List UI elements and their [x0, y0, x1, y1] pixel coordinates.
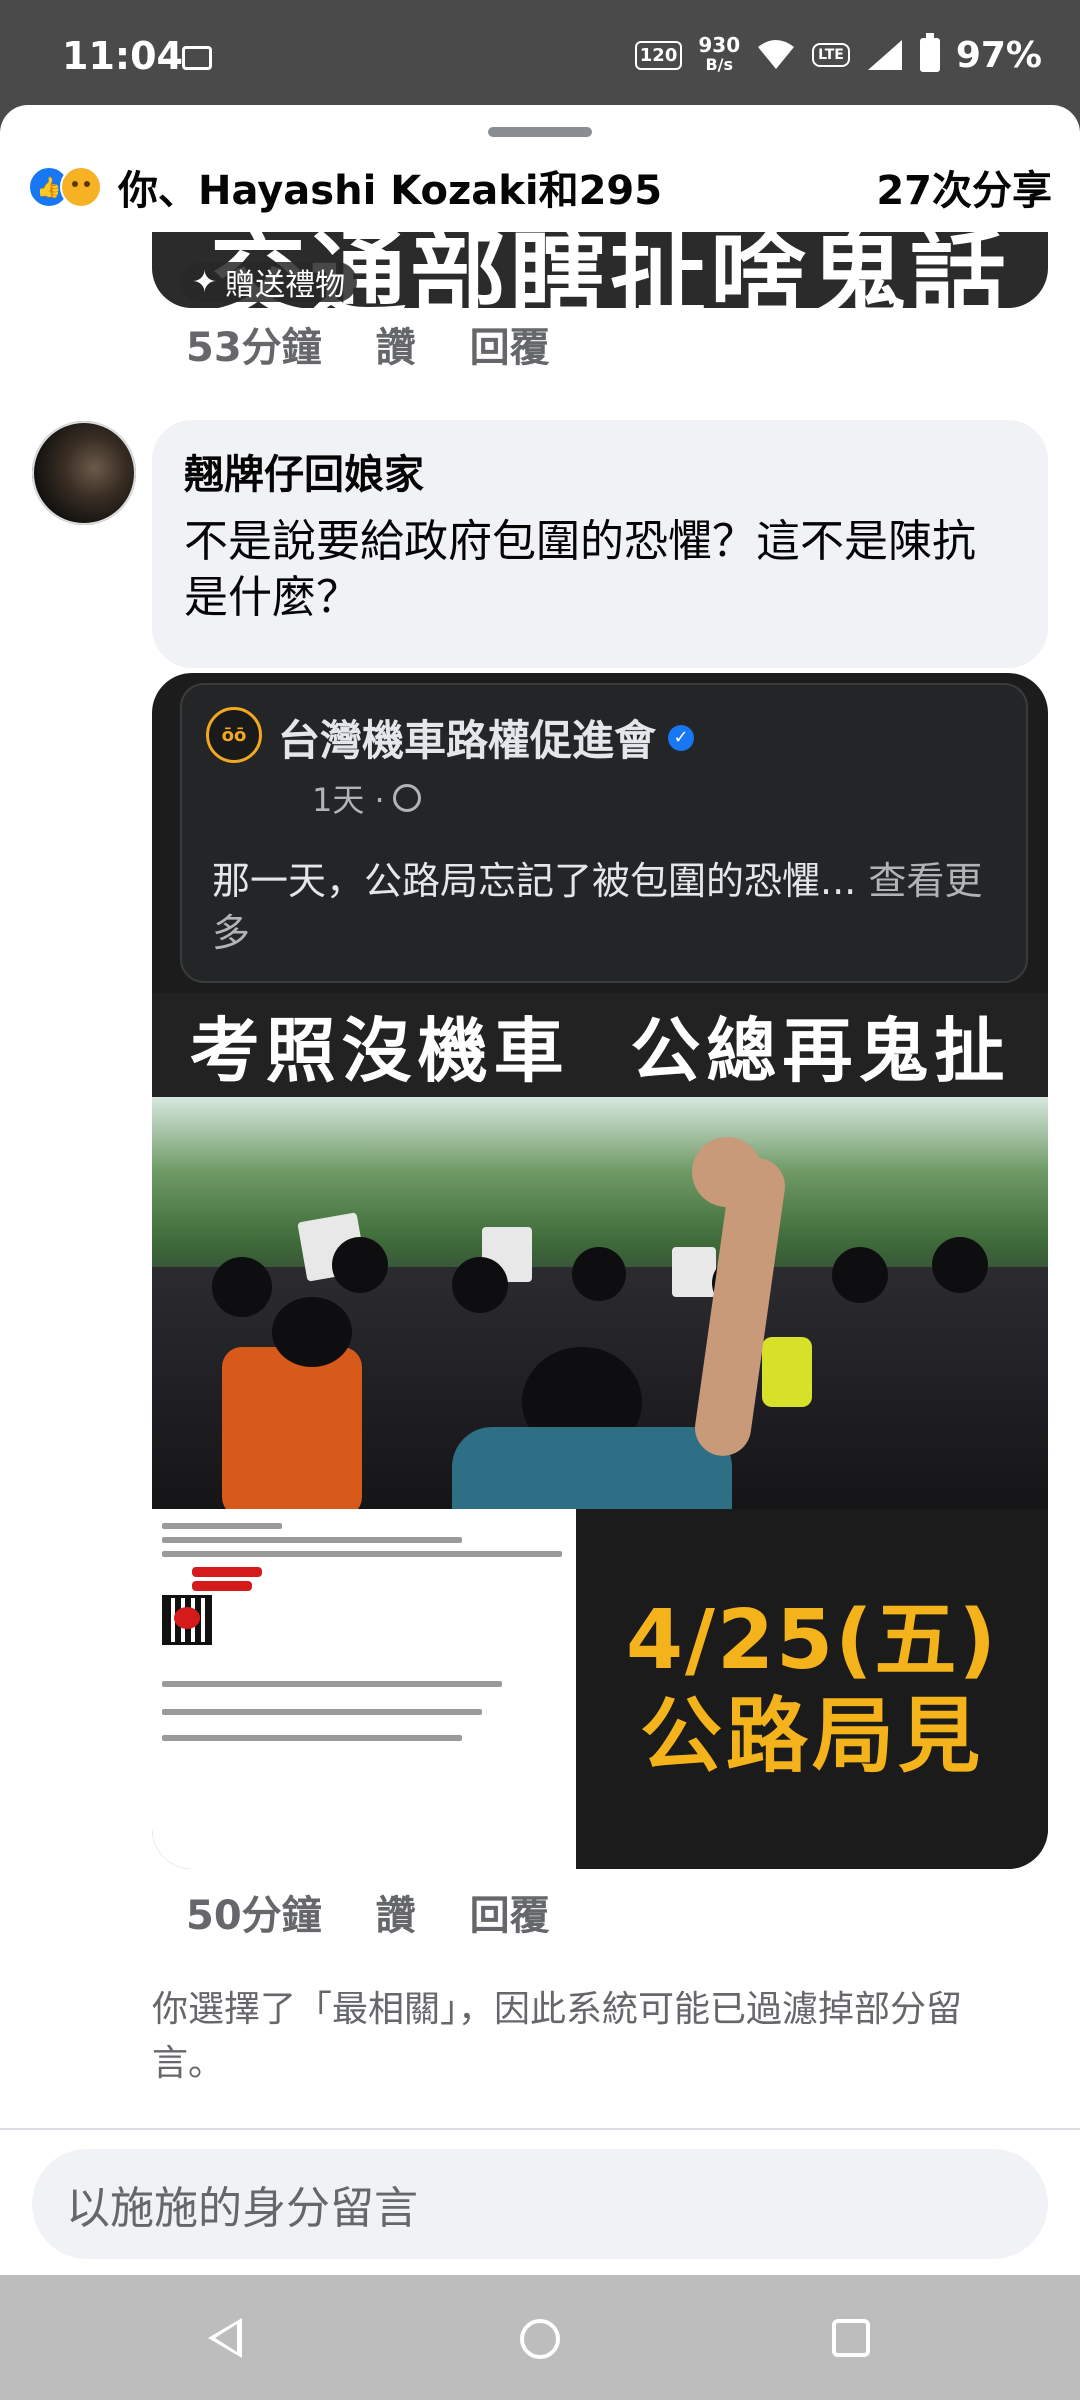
network-speed: 930 B/s: [698, 35, 740, 75]
like-button[interactable]: 讚: [376, 315, 416, 373]
clock: 11:04: [62, 34, 183, 78]
event-location: 公路局見: [639, 1689, 984, 1784]
comment-bubble[interactable]: 翹牌仔回娘家 不是說要給政府包圍的恐懼？這不是陳抗是什麼？: [152, 420, 1048, 668]
form-line: [162, 1681, 502, 1687]
event-date: 4/25(五): [625, 1593, 999, 1688]
protest-sign: [672, 1247, 716, 1297]
comment-time: 50分鐘: [186, 1893, 322, 1939]
verified-badge-icon: ✓: [668, 724, 695, 751]
network-speed-unit: B/s: [705, 55, 734, 74]
comments-sheet[interactable]: 👍 你、Hayashi Kozaki和295 27次分享 交通部瞎扯啥鬼話 ✦ …: [0, 105, 1080, 2275]
form-line: [162, 1735, 462, 1741]
battery-percent: 97%: [955, 34, 1042, 76]
home-icon[interactable]: [520, 2319, 560, 2359]
send-gift-label: 贈送禮物: [225, 268, 346, 303]
reply-button[interactable]: 回覆: [470, 315, 550, 373]
shared-post-time: 1天 ·: [312, 781, 385, 819]
drag-handle[interactable]: [488, 127, 592, 137]
reactions-row[interactable]: 👍 你、Hayashi Kozaki和295 27次分享: [28, 157, 1052, 217]
status-bar: 11:04 120 930 B/s LTE 97%: [0, 0, 1080, 105]
signal-icon: [867, 40, 902, 70]
comment-input-placeholder: 以施施的身分留言: [66, 2183, 418, 2234]
redaction-mark: [192, 1581, 252, 1591]
comment-actions: 53分鐘 讚 回覆: [186, 315, 550, 373]
shares-count[interactable]: 27次分享: [876, 158, 1052, 216]
protester: [212, 1257, 272, 1317]
comment-attachment-image[interactable]: ōō 台灣機車路權促進會 ✓ 1天 · 那一天，公路局忘記了被包圍的恐懼... …: [152, 673, 1048, 1869]
network-speed-value: 930: [698, 33, 741, 57]
lte-icon: LTE: [812, 43, 850, 67]
comment-author[interactable]: 翹牌仔回娘家: [184, 442, 1016, 500]
shared-page-name-row: 台灣機車路權促進會 ✓: [278, 707, 695, 768]
shared-post-text-block: 那一天，公路局忘記了被包圍的恐懼... 查看更多: [212, 855, 1002, 959]
filter-notice: 你選擇了「最相關」，因此系統可能已過濾掉部分留言。: [152, 1989, 963, 2084]
form-line: [162, 1551, 562, 1557]
poster-bottom: 4/25(五) 公路局見: [152, 1509, 1048, 1869]
poster-headline-text: 考照沒機車 公總再鬼扯: [189, 1009, 1011, 1092]
battery-icon: [919, 33, 940, 72]
comment-time: 53分鐘: [186, 325, 322, 371]
protester-shirt: [452, 1427, 732, 1509]
divider: [0, 2128, 1080, 2130]
send-gift-button[interactable]: ✦ 贈送禮物: [180, 262, 358, 303]
form-line: [162, 1537, 462, 1543]
gift-icon: ✦: [192, 264, 218, 300]
shared-post-card: ōō 台灣機車路權促進會 ✓ 1天 · 那一天，公路局忘記了被包圍的恐懼... …: [180, 683, 1028, 983]
protester: [272, 1297, 352, 1367]
refresh-rate-icon: 120: [634, 40, 683, 70]
shared-post-time-row: 1天 ·: [312, 775, 421, 821]
redaction-mark: [192, 1567, 262, 1577]
protester: [452, 1257, 508, 1313]
raised-fist: [692, 1137, 762, 1207]
comment-image[interactable]: 交通部瞎扯啥鬼話 ✦ 贈送禮物: [152, 232, 1048, 308]
navigation-bar: [0, 2275, 1080, 2400]
comment-text: 不是說要給政府包圍的恐懼？這不是陳抗是什麼？: [184, 516, 976, 623]
comment-actions: 50分鐘 讚 回覆: [186, 1883, 550, 1941]
status-icons: 120 930 B/s LTE 97%: [634, 32, 1042, 78]
globe-icon: [392, 784, 421, 812]
image-notification-icon: [182, 46, 212, 70]
protester: [572, 1247, 626, 1301]
wifi-icon: [758, 40, 795, 69]
avatar[interactable]: [32, 421, 136, 525]
protester-orange-jacket: [222, 1347, 362, 1509]
form-line: [162, 1523, 282, 1529]
shared-post-text: 那一天，公路局忘記了被包圍的恐懼...: [212, 859, 857, 903]
protester: [332, 1237, 388, 1293]
back-icon-inner: [215, 2324, 237, 2352]
police-vest: [762, 1337, 812, 1407]
shared-page-name: 台灣機車路權促進會: [278, 716, 657, 765]
date-announcement: 4/25(五) 公路局見: [576, 1509, 1048, 1869]
poster-headline: 考照沒機車 公總再鬼扯: [152, 993, 1048, 1097]
comment-input[interactable]: 以施施的身分留言: [32, 2149, 1048, 2259]
recent-apps-icon[interactable]: [832, 2319, 870, 2357]
protester: [832, 1247, 888, 1303]
protest-photo: [152, 1097, 1048, 1509]
redaction-mark: [174, 1607, 200, 1629]
reactions-summary[interactable]: 你、Hayashi Kozaki和295: [118, 158, 662, 216]
reply-button[interactable]: 回覆: [470, 1883, 550, 1941]
application-form-image: [152, 1509, 576, 1869]
page-logo-icon: ōō: [206, 707, 262, 763]
sad-icon: [60, 166, 102, 208]
form-line: [162, 1709, 482, 1715]
protester: [932, 1237, 988, 1293]
like-button[interactable]: 讚: [376, 1883, 416, 1941]
